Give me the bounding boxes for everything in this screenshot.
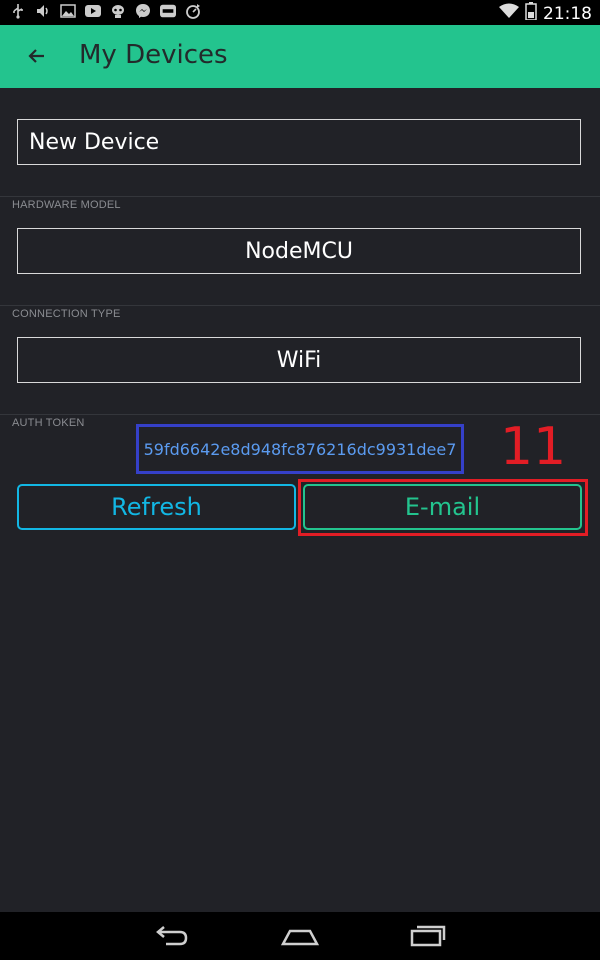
arrow-left-icon [28,49,44,63]
nav-home-button[interactable] [280,922,320,950]
step-number-annotation: 11 [500,417,567,477]
navigation-bar [0,912,600,960]
alien-icon [110,3,126,19]
system-indicators: 21:18 [499,2,592,25]
nav-back-button[interactable] [152,922,192,950]
back-icon [156,926,188,946]
connection-type-label: CONNECTION TYPE [12,308,121,320]
youtube-icon [85,3,101,19]
divider [0,196,600,197]
device-name-field[interactable]: New Device [17,119,581,165]
recents-icon [410,925,446,947]
image-icon [60,3,76,19]
auth-token-value[interactable]: 59fd6642e8d948fc876216dc9931dee7 [144,440,457,459]
hardware-model-selector[interactable]: NodeMCU [17,228,581,274]
divider [0,305,600,306]
back-button[interactable] [24,43,50,69]
auth-token-label: AUTH TOKEN [12,417,85,429]
notification-icons [10,3,201,19]
nav-recents-button[interactable] [408,922,448,950]
wifi-icon [499,3,519,24]
usb-icon [10,3,26,19]
auth-token-highlight: 59fd6642e8d948fc876216dc9931dee7 [136,424,464,474]
volume-icon [35,3,51,19]
battery-icon [525,2,537,25]
status-time: 21:18 [543,3,592,24]
connection-type-selector[interactable]: WiFi [17,337,581,383]
status-bar: 21:18 [0,0,600,25]
sync-icon [185,3,201,19]
refresh-button[interactable]: Refresh [17,484,296,530]
email-button[interactable]: E-mail [303,484,582,530]
home-icon [280,929,320,946]
messenger-icon [135,3,151,19]
page-title: My Devices [79,40,228,70]
sale-icon [160,3,176,19]
hardware-model-label: HARDWARE MODEL [12,199,121,211]
app-bar: My Devices [0,25,600,88]
divider [0,414,600,415]
